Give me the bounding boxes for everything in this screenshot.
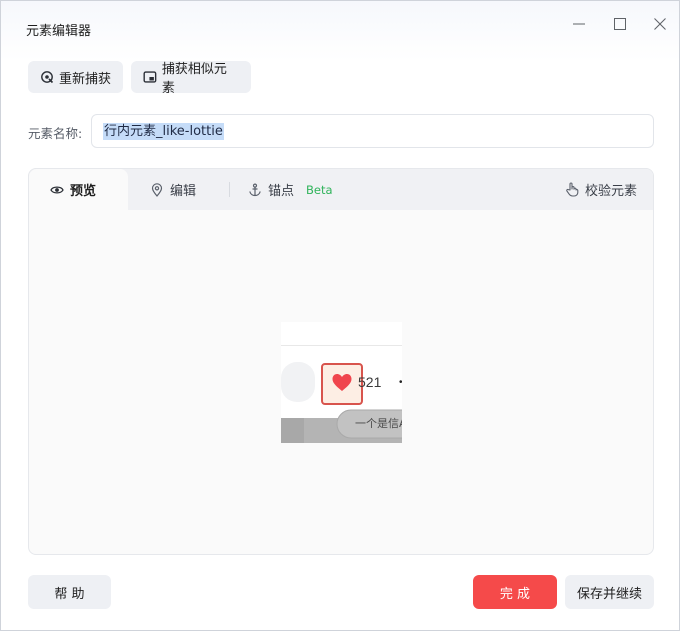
save-and-continue-label: 保存并继续 — [576, 586, 642, 602]
verify-element-button[interactable]: 校验元素 — [565, 169, 645, 210]
like-count: 521 — [358, 374, 382, 390]
tab-edit-label: 编辑 — [170, 184, 197, 199]
eye-icon — [50, 186, 64, 193]
verify-element-label: 校验元素 — [585, 184, 638, 199]
maximize-icon — [614, 18, 626, 30]
save-and-continue-button[interactable]: 保存并继续 — [565, 575, 654, 609]
done-label: 完 成 — [499, 586, 531, 602]
preview-snapshot: 521 • 一个是信A — [281, 322, 402, 443]
maximize-button[interactable] — [609, 13, 631, 35]
minimize-button[interactable] — [568, 13, 590, 35]
element-editor-window: 元素编辑器 重新捕获 捕获相似元素 元素名称: 行内元素_like-lottie — [0, 0, 680, 631]
caption-fragment: 一个是信A — [355, 417, 402, 430]
capture-similar-label: 捕获相似元素 — [161, 62, 227, 96]
minimize-icon — [573, 23, 585, 25]
anchor-icon — [249, 182, 261, 196]
capture-similar-icon — [143, 71, 157, 83]
pointing-hand-icon — [566, 182, 579, 197]
done-button[interactable]: 完 成 — [473, 575, 557, 609]
svg-text:•: • — [399, 377, 402, 388]
location-pin-icon — [151, 182, 163, 197]
tab-anchor-label: 锚点 — [268, 184, 295, 199]
close-icon — [654, 18, 666, 30]
beta-badge: Beta — [306, 182, 333, 197]
recapture-icon — [41, 71, 54, 84]
title-bar: 元素编辑器 — [1, 1, 679, 53]
element-name-value: 行内元素_like-lottie — [103, 123, 224, 140]
recapture-button[interactable]: 重新捕获 — [28, 61, 123, 93]
close-button[interactable] — [649, 13, 671, 35]
help-label: 帮 助 — [54, 586, 85, 602]
tab-bar: 预览 编辑 锚点 Beta 校验元素 — [29, 169, 653, 210]
tab-divider — [229, 182, 230, 197]
element-preview: 521 • 一个是信A — [281, 322, 402, 443]
help-button[interactable]: 帮 助 — [28, 575, 111, 609]
tab-preview-label: 预览 — [70, 184, 97, 199]
capture-similar-button[interactable]: 捕获相似元素 — [131, 61, 251, 96]
element-name-label: 元素名称: — [28, 126, 83, 141]
tab-preview[interactable]: 预览 — [29, 169, 128, 210]
tab-anchor[interactable]: 锚点 Beta — [248, 169, 348, 210]
window-title: 元素编辑器 — [26, 24, 92, 39]
element-panel: 预览 编辑 锚点 Beta 校验元素 521 一个是信A — [28, 168, 654, 555]
tab-edit[interactable]: 编辑 — [150, 169, 230, 210]
recapture-label: 重新捕获 — [59, 71, 112, 87]
element-name-input[interactable]: 行内元素_like-lottie — [91, 114, 654, 148]
